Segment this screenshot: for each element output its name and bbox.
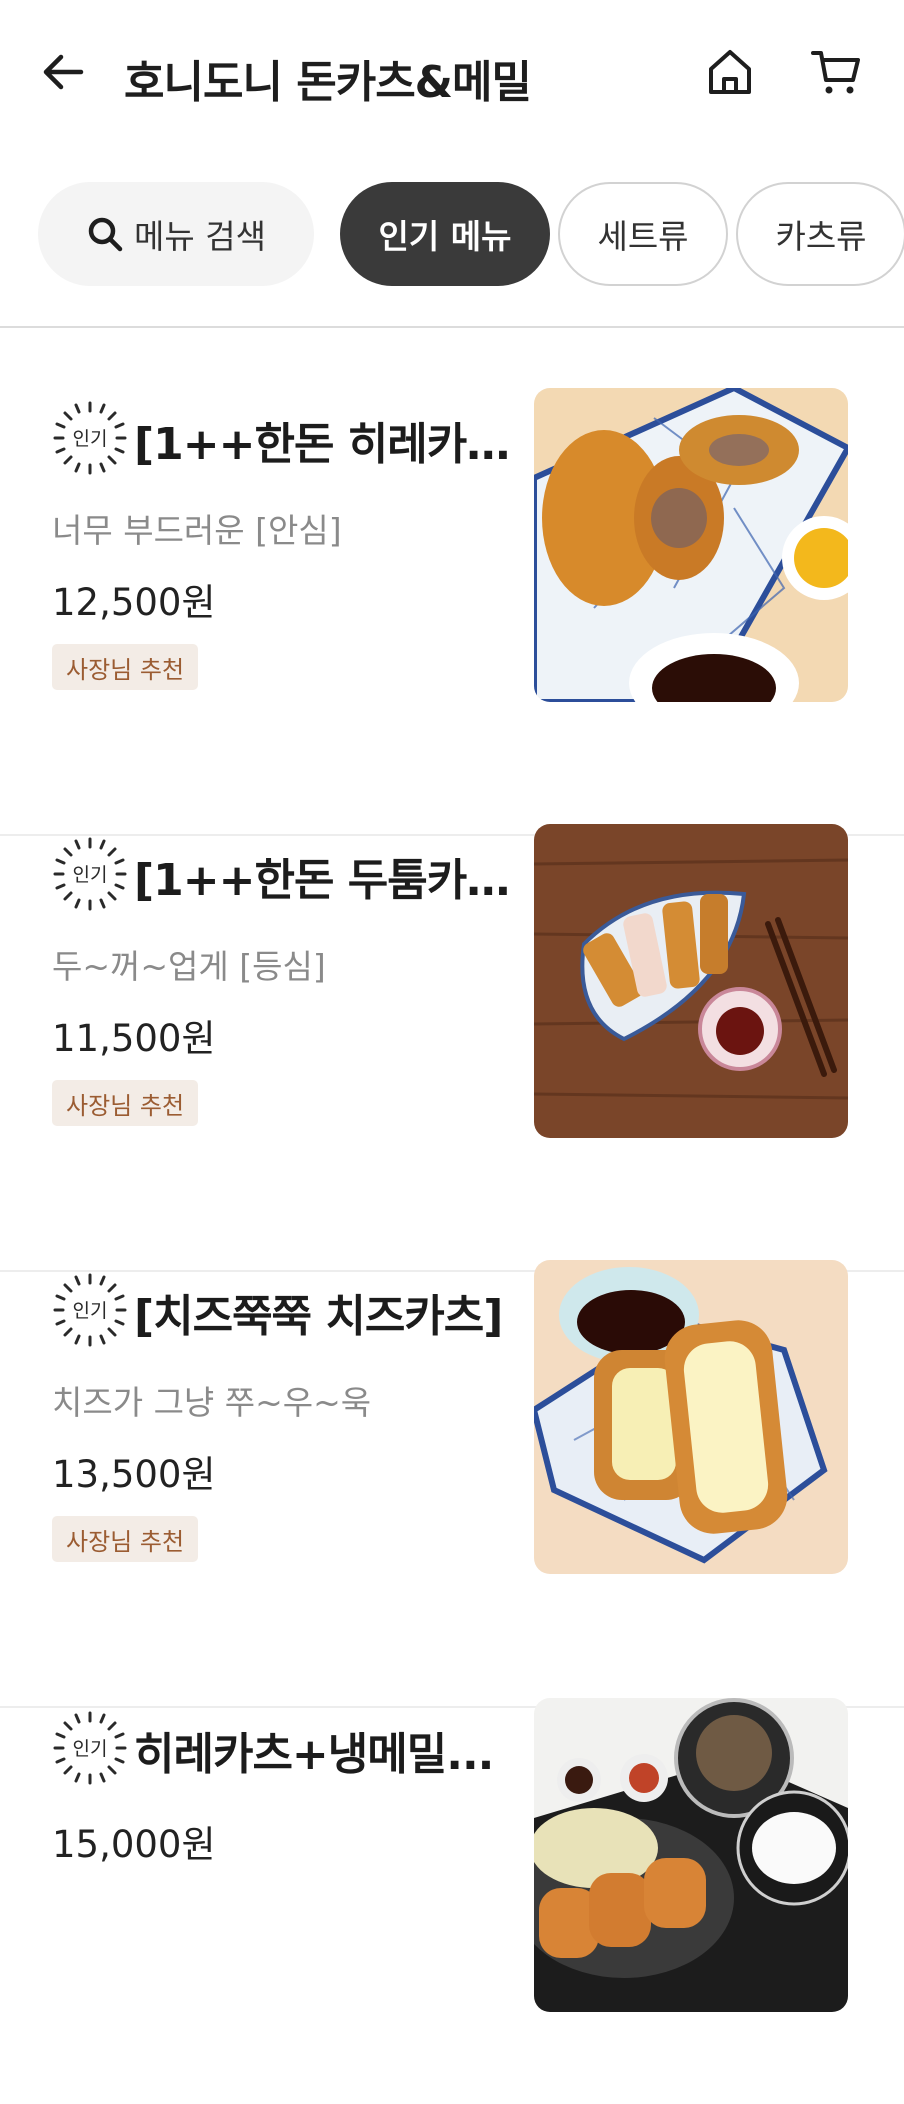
menu-item[interactable]: 인기 [1++한돈 히레카츠] 너무 부드러운 [안심] 12,500원 사장님… xyxy=(0,388,904,836)
popular-badge-icon: 인기 xyxy=(53,1711,127,1785)
menu-item-photo xyxy=(534,388,848,702)
svg-text:인기: 인기 xyxy=(73,1738,108,1760)
menu-item[interactable]: 인기 [치즈쭉쭉 치즈카츠] 치즈가 그냥 쭈~우~욱 13,500원 사장님 … xyxy=(0,1260,904,1708)
popular-badge-icon: 인기 xyxy=(53,401,127,475)
menu-item-price: 13,500원 xyxy=(52,1453,216,1496)
tabs-divider xyxy=(0,326,904,328)
menu-item-description: 치즈가 그냥 쭈~우~욱 xyxy=(52,1383,372,1422)
menu-item-photo xyxy=(534,1698,848,2012)
menu-item-price: 15,000원 xyxy=(52,1823,216,1866)
owner-recommend-badge: 사장님 추천 xyxy=(52,1080,199,1126)
menu-item[interactable]: 인기 히레카츠+냉메밀... 15,000원 xyxy=(0,1698,904,2104)
menu-item[interactable]: 인기 [1++한돈 두툼카츠] 두~꺼~업게 [등심] 11,500원 사장님 … xyxy=(0,824,904,1272)
svg-text:인기: 인기 xyxy=(73,864,108,886)
back-button[interactable] xyxy=(36,44,92,100)
owner-recommend-badge: 사장님 추천 xyxy=(52,644,199,690)
menu-item-photo xyxy=(534,824,848,1138)
tab-popular-menu[interactable]: 인기 메뉴 xyxy=(340,182,550,286)
arrow-left-icon xyxy=(43,54,84,90)
menu-item-description: 두~꺼~업게 [등심] xyxy=(52,947,326,986)
owner-recommend-badge: 사장님 추천 xyxy=(52,1516,199,1562)
menu-item-price: 11,500원 xyxy=(52,1017,216,1060)
menu-item-name: [1++한돈 두툼카츠] xyxy=(134,855,514,906)
popular-badge-icon: 인기 xyxy=(53,837,127,911)
cart-icon xyxy=(811,51,860,94)
home-button[interactable] xyxy=(700,42,760,102)
app-header: 호니도니 돈카츠&메밀 xyxy=(0,0,904,150)
tab-set-menu[interactable]: 세트류 xyxy=(558,182,728,286)
page-title: 호니도니 돈카츠&메밀 xyxy=(124,57,532,108)
svg-text:인기: 인기 xyxy=(73,1300,108,1322)
menu-item-photo xyxy=(534,1260,848,1574)
menu-search-button[interactable]: 메뉴 검색 xyxy=(38,182,314,286)
svg-text:인기: 인기 xyxy=(73,428,108,450)
category-tabs: 메뉴 검색 인기 메뉴 세트류 카츠류 xyxy=(0,178,904,288)
cart-button[interactable] xyxy=(806,42,866,102)
menu-item-name: [치즈쭉쭉 치즈카츠] xyxy=(134,1291,503,1342)
menu-item-description: 너무 부드러운 [안심] xyxy=(52,511,342,550)
home-icon xyxy=(709,50,751,94)
menu-item-name: [1++한돈 히레카츠] xyxy=(134,419,514,470)
tab-katsu-menu[interactable]: 카츠류 xyxy=(736,182,904,286)
popular-badge-icon: 인기 xyxy=(53,1273,127,1347)
menu-search-label: 메뉴 검색 xyxy=(134,217,266,256)
search-icon xyxy=(88,217,123,252)
menu-item-price: 12,500원 xyxy=(52,581,216,624)
menu-item-name: 히레카츠+냉메밀... xyxy=(134,1729,494,1780)
